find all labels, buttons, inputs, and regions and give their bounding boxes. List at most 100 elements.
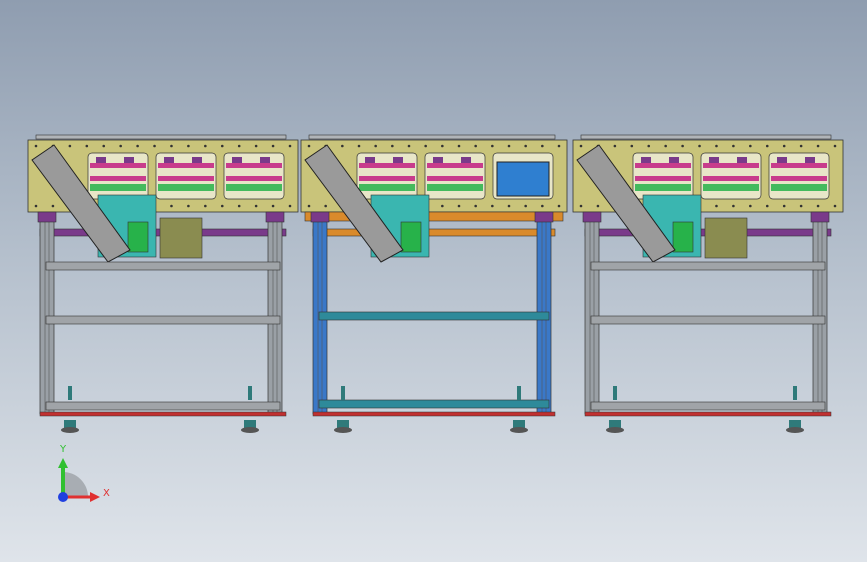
leveling-stud: [609, 420, 621, 428]
bolt-hole: [68, 144, 72, 148]
top-guide-rail: [580, 134, 832, 140]
bolt-hole: [596, 204, 600, 208]
magenta-rail: [90, 163, 146, 168]
bolt-hole: [271, 144, 275, 148]
bolt-hole: [34, 144, 38, 148]
conveyor-module-right[interactable]: [572, 134, 844, 433]
leveling-stud: [68, 386, 72, 400]
bolt-hole: [715, 204, 718, 208]
top-guide-rail: [308, 134, 556, 140]
top-guide-rail: [35, 134, 287, 140]
leveling-foot: [61, 427, 79, 433]
leveling-foot: [606, 427, 624, 433]
bolt-hole: [732, 144, 735, 148]
leveling-stud: [613, 386, 617, 400]
leveling-foot: [334, 427, 352, 433]
green-bracket: [703, 184, 759, 191]
bolt-hole: [119, 144, 122, 148]
leveling-stud: [513, 420, 525, 428]
bolt-hole: [491, 144, 494, 148]
bolt-hole: [507, 204, 511, 208]
leveling-stud: [244, 420, 256, 428]
magenta-rail: [359, 176, 415, 181]
leveling-foot: [510, 427, 528, 433]
conveyor-module-left[interactable]: [27, 134, 299, 433]
magenta-rail: [226, 176, 282, 181]
triad-x-arrowhead: [90, 492, 100, 502]
green-bracket: [226, 184, 282, 191]
purple-clamp: [737, 157, 747, 163]
corner-block: [310, 211, 330, 223]
bolt-hole: [341, 144, 344, 148]
magenta-rail: [635, 176, 691, 181]
frame-crossbar: [590, 401, 826, 411]
purple-clamp: [777, 157, 787, 163]
bolt-hole: [474, 144, 477, 148]
bolt-hole: [715, 144, 718, 148]
bolt-hole: [254, 144, 258, 148]
bolt-hole: [237, 204, 241, 208]
bolt-hole: [579, 204, 583, 208]
corner-block: [810, 211, 830, 223]
purple-clamp: [192, 157, 202, 163]
purple-clamp: [709, 157, 719, 163]
bolt-hole: [698, 144, 701, 148]
bolt-hole: [782, 144, 786, 148]
bolt-hole: [613, 144, 617, 148]
bolt-hole: [237, 144, 241, 148]
bolt-hole: [153, 144, 156, 148]
magenta-rail: [771, 163, 827, 168]
bolt-hole: [557, 204, 561, 208]
cross-rail: [312, 228, 556, 237]
green-bracket: [359, 184, 415, 191]
purple-clamp: [124, 157, 134, 163]
bolt-hole: [541, 144, 544, 148]
magenta-rail: [226, 163, 282, 168]
bolt-hole: [681, 144, 684, 148]
conveyor-assembly-model[interactable]: [0, 0, 867, 562]
bolt-hole: [630, 144, 634, 148]
frame-crossbar: [590, 315, 826, 325]
purple-clamp: [164, 157, 174, 163]
base-plate: [312, 411, 556, 417]
bolt-hole: [541, 204, 544, 208]
magenta-rail: [158, 163, 214, 168]
purple-clamp: [461, 157, 471, 163]
purple-clamp: [96, 157, 106, 163]
magenta-rail: [359, 163, 415, 168]
green-bracket: [158, 184, 214, 191]
purple-clamp: [433, 157, 443, 163]
base-plate: [584, 411, 832, 417]
triad-x-label: X: [103, 488, 110, 499]
corner-block: [582, 211, 602, 223]
corner-block: [265, 211, 285, 223]
bolt-hole: [391, 144, 394, 148]
purple-clamp: [365, 157, 375, 163]
bolt-hole: [220, 204, 224, 208]
triad-z-axis: [58, 492, 68, 502]
motor: [127, 221, 149, 253]
bolt-hole: [524, 204, 527, 208]
purple-clamp: [669, 157, 679, 163]
bolt-hole: [424, 144, 427, 148]
gearbox: [704, 217, 748, 259]
purple-clamp: [232, 157, 242, 163]
bolt-hole: [647, 144, 651, 148]
bolt-hole: [491, 204, 494, 208]
magenta-rail: [90, 176, 146, 181]
bolt-hole: [557, 144, 561, 148]
conveyor-module-center[interactable]: [300, 134, 568, 433]
green-bracket: [635, 184, 691, 191]
frame-crossbar: [318, 399, 550, 409]
leveling-stud: [337, 420, 349, 428]
leveling-stud: [248, 386, 252, 400]
bolt-hole: [765, 144, 769, 148]
bolt-hole: [441, 204, 444, 208]
corner-block: [37, 211, 57, 223]
base-plate: [39, 411, 287, 417]
bolt-hole: [457, 204, 461, 208]
bolt-hole: [474, 204, 477, 208]
triad-arc: [63, 472, 88, 497]
cad-graphics-viewport[interactable]: Y X: [0, 0, 867, 562]
bolt-hole: [357, 144, 361, 148]
